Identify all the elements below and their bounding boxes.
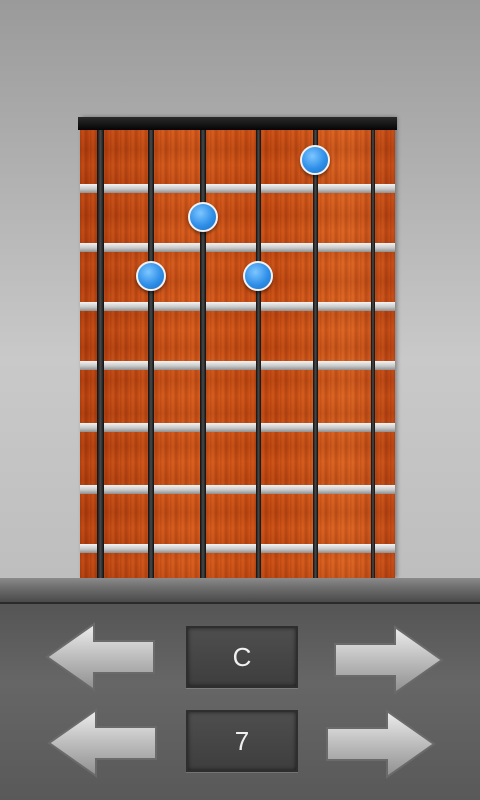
guitar-string: [312, 130, 318, 578]
fretboard-area: [0, 0, 480, 578]
guitar-string: [148, 130, 154, 578]
right-arrow-icon: [326, 709, 436, 779]
right-arrow-icon: [334, 625, 444, 695]
root-prev-button[interactable]: [44, 621, 158, 693]
root-label: C: [232, 641, 252, 672]
fret-wire: [80, 184, 395, 193]
guitar-string: [371, 130, 375, 578]
finger-dot: [243, 260, 273, 291]
root-next-button[interactable]: [331, 624, 445, 696]
fret-wire: [80, 302, 395, 311]
finger-dot: [136, 260, 166, 291]
finger-dot: [188, 201, 218, 232]
variant-label: 7: [234, 725, 250, 756]
finger-dot: [300, 145, 330, 175]
divider-shelf: [0, 578, 480, 604]
left-arrow-icon: [45, 622, 155, 692]
fret-wire: [80, 544, 395, 553]
nut: [78, 117, 397, 130]
guitar-string: [255, 130, 261, 578]
fret-wire: [80, 485, 395, 494]
variant-next-button[interactable]: [323, 708, 437, 780]
variant-value-box: 7: [186, 710, 298, 772]
left-arrow-icon: [47, 708, 157, 778]
chord-controls: C 7: [0, 604, 480, 800]
fret-wire: [80, 243, 395, 252]
variant-prev-button[interactable]: [46, 707, 160, 779]
guitar-string: [200, 130, 206, 578]
fret-wire: [80, 423, 395, 432]
guitar-string: [96, 130, 104, 578]
fret-wire: [80, 361, 395, 370]
root-value-box: C: [186, 626, 298, 688]
